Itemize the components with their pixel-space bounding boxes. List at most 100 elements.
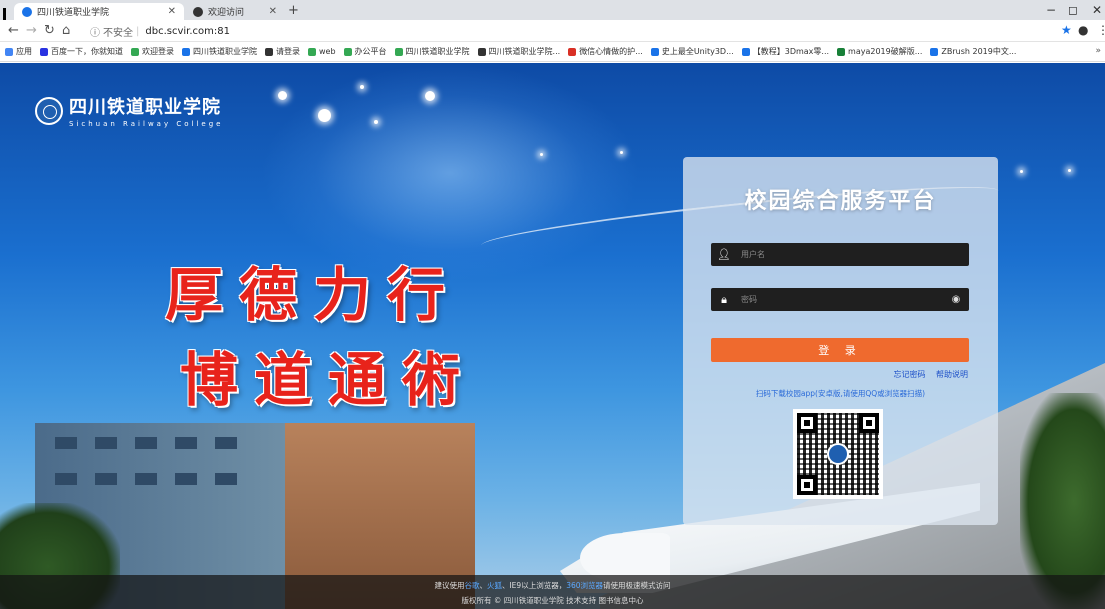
bookmark-label: ZBrush 2019中文... [941, 47, 1017, 56]
slogan-line-1: 厚德力行 [165, 261, 462, 329]
bookmarks-overflow-button[interactable]: » [1095, 46, 1101, 56]
reload-icon[interactable]: ↻ [44, 23, 55, 38]
bookmark-favicon-icon [741, 47, 750, 56]
bookmark-label: 四川铁道职业学院 [193, 47, 257, 56]
bookmark-item[interactable]: 四川铁道职业学院 [394, 46, 470, 57]
bookmark-item[interactable]: 应用 [5, 46, 32, 57]
back-icon[interactable]: ← [8, 23, 19, 38]
bookmark-label: 办公平台 [354, 47, 387, 56]
bookmark-item[interactable]: 史上最全Unity3D... [650, 46, 734, 57]
forward-icon[interactable]: → [26, 23, 37, 38]
bookmark-label: 微信心情做的护... [579, 47, 643, 56]
bookmark-item[interactable]: 办公平台 [343, 46, 387, 57]
forgot-password-link[interactable]: 忘记密码 [893, 370, 925, 379]
bookmark-star-icon[interactable]: ★ [1061, 23, 1072, 37]
omnibox[interactable]: ⓘ 不安全 | dbc.scvir.com:81 [90, 23, 1050, 39]
bookmark-item[interactable]: maya2019破解版... [837, 46, 922, 57]
bookmark-item[interactable]: ZBrush 2019中文... [930, 46, 1016, 57]
footer-text: 、IE9以上浏览器， [501, 581, 567, 590]
bookmark-item[interactable]: 四川铁道职业学院... [477, 46, 561, 57]
close-icon[interactable]: ✕ [269, 6, 277, 17]
help-link[interactable]: 帮助说明 [936, 370, 968, 379]
footer-text: 请使用极速模式访问 [603, 581, 671, 590]
app-download-qr-code [793, 409, 883, 499]
bookmark-item[interactable]: 请登录 [265, 46, 300, 57]
page-footer: 建议使用谷歌、火狐、IE9以上浏览器，360浏览器请使用极速模式访问 版权所有 … [0, 575, 1105, 609]
account-icon[interactable]: ● [1078, 23, 1088, 37]
username-input[interactable] [737, 243, 969, 266]
bookmark-item[interactable]: 四川铁道职业学院 [182, 46, 257, 57]
bookmark-favicon-icon [265, 47, 273, 56]
bookmark-label: 百度一下，你就知道 [51, 47, 123, 56]
platform-title: 校园综合服务平台 [744, 189, 937, 214]
college-name: 四川铁道职业学院 [69, 97, 221, 118]
close-icon[interactable]: ✕ [168, 6, 176, 17]
star-sparkle [360, 85, 364, 89]
college-logo: 四川铁道职业学院 Sichuan Railway College [35, 93, 223, 128]
bookmark-label: web [319, 47, 336, 56]
bookmark-label: 请登录 [276, 47, 300, 56]
star-sparkle [374, 120, 378, 124]
bookmark-item[interactable]: 微信心情做的护... [568, 46, 643, 57]
login-panel: 校园综合服务平台 👤︎ 🔒︎ ◉ 登 录 忘记密码 帮助说明 扫码下载校园app… [683, 157, 998, 525]
tab-title: 四川铁道职业学院 [37, 8, 110, 18]
footer-text: 建议使用 [434, 581, 465, 590]
bookmark-label: 应用 [16, 47, 32, 56]
star-sparkle [425, 91, 435, 101]
user-icon: 👤︎ [717, 248, 731, 261]
bookmark-item[interactable]: web [308, 47, 336, 56]
browser-recommendation: 建议使用谷歌、火狐、IE9以上浏览器，360浏览器请使用极速模式访问 [0, 580, 1105, 591]
bookmark-favicon-icon [308, 47, 316, 56]
star-sparkle [620, 151, 623, 154]
bookmark-favicon-icon [182, 47, 190, 56]
copyright: 版权所有 © 四川铁道职业学院 技术支持 图书信息中心 [461, 596, 644, 605]
college-name-en: Sichuan Railway College [69, 120, 224, 128]
close-window-button[interactable]: ✕ [1092, 3, 1102, 17]
tab-scvir[interactable]: 四川铁道职业学院 ✕ [14, 3, 184, 20]
menu-icon[interactable]: ⋮ [1097, 23, 1105, 37]
star-sparkle [1020, 170, 1023, 173]
password-field[interactable]: 🔒︎ ◉ [711, 288, 969, 311]
tab-title: 欢迎访问 [208, 8, 245, 18]
chrome-link[interactable]: 谷歌 [464, 581, 479, 590]
bookmark-label: 四川铁道职业学院... [488, 47, 561, 56]
apps-icon [5, 47, 13, 56]
bookmark-favicon-icon [131, 47, 139, 56]
bookmark-favicon-icon [837, 47, 846, 56]
bookmark-item[interactable]: 【教程】3Dmax零... [741, 46, 830, 57]
slogan-line-2: 博道通術 [180, 346, 477, 414]
360-browser-link[interactable]: 360浏览器 [566, 581, 603, 590]
bookmark-label: 欢迎登录 [142, 47, 174, 56]
bookmark-favicon-icon [343, 47, 352, 56]
address-bar-row: ← → ↻ ⌂ ⓘ 不安全 | dbc.scvir.com:81 ★ ● ⋮ [0, 20, 1105, 42]
star-sparkle [1068, 169, 1071, 172]
bookmark-favicon-icon [477, 47, 486, 56]
bookmarks-bar: 应用 百度一下，你就知道 欢迎登录 四川铁道职业学院 请登录 web 办公平台 四川铁道职业学… [0, 42, 1105, 62]
star-sparkle [318, 109, 331, 122]
firefox-link[interactable]: 火狐 [487, 581, 502, 590]
home-icon[interactable]: ⌂ [62, 23, 70, 38]
password-input[interactable] [737, 288, 943, 311]
username-field[interactable]: 👤︎ [711, 243, 969, 266]
login-button[interactable]: 登 录 [711, 338, 969, 362]
maximize-button[interactable]: ◻ [1068, 3, 1078, 17]
lock-icon: 🔒︎ [721, 292, 727, 306]
tab-welcome[interactable]: 欢迎访问 ✕ [185, 3, 285, 20]
bookmark-label: maya2019破解版... [848, 47, 923, 56]
new-tab-button[interactable]: + [288, 3, 299, 18]
college-emblem-icon [35, 96, 63, 125]
info-icon[interactable]: ⓘ [90, 24, 100, 39]
bookmark-favicon-icon [40, 47, 48, 56]
security-label: 不安全 [103, 27, 133, 39]
bookmark-item[interactable]: 欢迎登录 [131, 46, 174, 57]
minimize-button[interactable]: − [1046, 3, 1056, 17]
divider: | [136, 25, 140, 37]
app-download-tip: 扫码下载校园app(安卓版,请使用QQ或浏览器扫描) [755, 389, 926, 398]
bookmark-favicon-icon [930, 47, 939, 56]
qr-logo-icon [827, 443, 849, 465]
eye-icon[interactable]: ◉ [943, 294, 969, 305]
url-text[interactable]: dbc.scvir.com:81 [145, 26, 230, 37]
bookmark-label: 【教程】3Dmax零... [752, 47, 830, 56]
bookmark-favicon-icon [394, 47, 403, 56]
bookmark-item[interactable]: 百度一下，你就知道 [40, 46, 123, 57]
